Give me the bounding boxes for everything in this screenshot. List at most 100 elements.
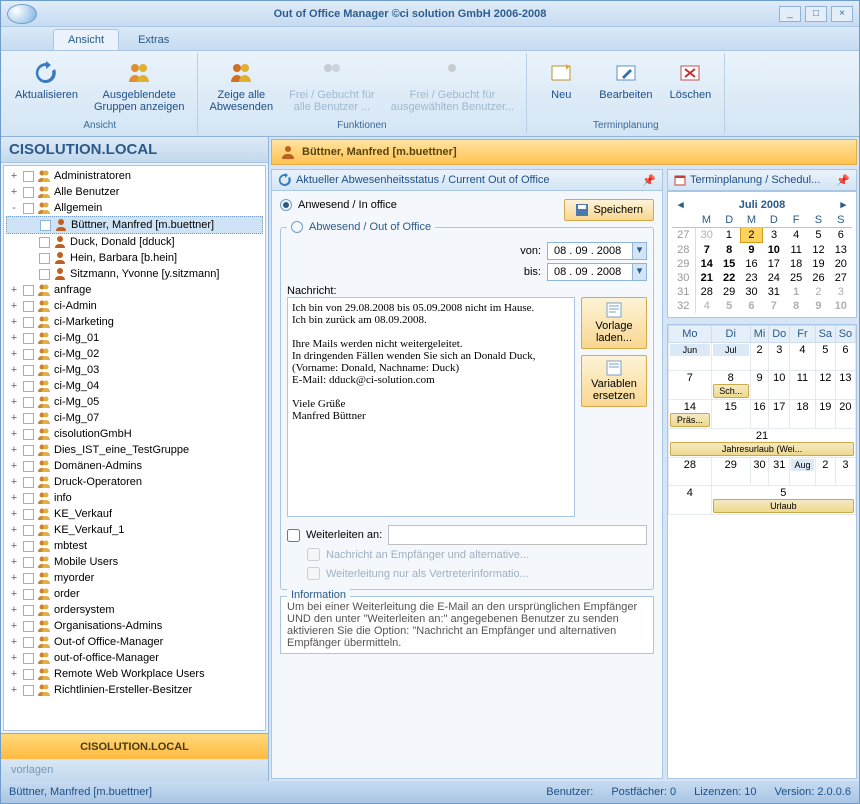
schedule-cell[interactable]: 4 [669, 486, 712, 515]
date-to-input[interactable]: 08 . 09 . 2008▾ [547, 263, 647, 281]
replace-vars-button[interactable]: Variablen ersetzen [581, 355, 647, 407]
message-textarea[interactable] [287, 297, 575, 517]
calendar-day[interactable]: 1 [718, 228, 740, 243]
tree-node[interactable]: +Druck-Operatoren [6, 474, 263, 490]
tree-node[interactable]: +out-of-office-Manager [6, 650, 263, 666]
tree-node[interactable]: +Remote Web Workplace Users [6, 666, 263, 682]
calendar-day[interactable]: 28 [695, 285, 718, 299]
tree-node[interactable]: +ci-Mg_05 [6, 394, 263, 410]
calendar-day[interactable]: 6 [830, 228, 852, 243]
schedule-cell[interactable]: 19 [815, 400, 835, 429]
calendar-day[interactable]: 2 [740, 228, 762, 243]
schedule-cell[interactable]: 28 [669, 458, 712, 486]
calendar-day[interactable]: 27 [830, 271, 852, 285]
freebusy-all-button[interactable]: Frei / Gebucht für alle Benutzer ... [281, 55, 383, 119]
calendar-day[interactable]: 25 [785, 271, 807, 285]
calendar-day[interactable]: 29 [718, 285, 740, 299]
schedule-cell[interactable]: 7 [669, 371, 712, 400]
schedule-cell[interactable]: 30 [750, 458, 769, 486]
calendar-day[interactable]: 14 [695, 257, 718, 271]
tree-node[interactable]: +Richtlinien-Ersteller-Besitzer [6, 682, 263, 698]
tree-node[interactable]: +cisolutionGmbH [6, 426, 263, 442]
date-from-input[interactable]: 08 . 09 . 2008▾ [547, 242, 647, 260]
dropdown-icon[interactable]: ▾ [632, 243, 646, 259]
schedule-cell[interactable]: Aug [790, 458, 816, 486]
hidden-groups-button[interactable]: Ausgeblendete Gruppen anzeigen [86, 55, 193, 119]
schedule-cell[interactable]: 17 [769, 400, 790, 429]
calendar-day[interactable]: 15 [718, 257, 740, 271]
calendar-day[interactable]: 5 [807, 228, 829, 243]
schedule-cell[interactable]: Jun [669, 343, 712, 371]
calendar-day[interactable]: 23 [740, 271, 762, 285]
calendar-day[interactable]: 9 [740, 243, 762, 258]
calendar-day[interactable]: 3 [763, 228, 785, 243]
tab-extras[interactable]: Extras [123, 29, 184, 50]
prev-month-button[interactable]: ◂ [674, 198, 688, 211]
calendar-day[interactable]: 11 [785, 243, 807, 258]
calendar-day[interactable]: 12 [807, 243, 829, 258]
tree-node[interactable]: +Out-of Office-Manager [6, 634, 263, 650]
tree-node[interactable]: +myorder [6, 570, 263, 586]
schedule-event[interactable]: Urlaub [713, 499, 854, 513]
calendar-day[interactable]: 22 [718, 271, 740, 285]
app-orb-icon[interactable] [7, 4, 37, 24]
tree-node[interactable]: +Domänen-Admins [6, 458, 263, 474]
tree-node[interactable]: +ci-Admin [6, 298, 263, 314]
calendar-day[interactable]: 13 [830, 243, 852, 258]
schedule-cell[interactable]: 16 [750, 400, 769, 429]
calendar-day[interactable]: 19 [807, 257, 829, 271]
calendar-day[interactable]: 4 [695, 299, 718, 313]
calendar-day[interactable]: 8 [785, 299, 807, 313]
calendar-day[interactable]: 30 [695, 228, 718, 243]
forward-input[interactable] [388, 525, 647, 545]
tree-view[interactable]: +Administratoren+Alle Benutzer-Allgemein… [3, 165, 266, 731]
tree-node[interactable]: +KE_Verkauf [6, 506, 263, 522]
dropdown-icon[interactable]: ▾ [632, 264, 646, 280]
schedule-cell[interactable]: 3 [769, 343, 790, 371]
freebusy-selected-button[interactable]: Frei / Gebucht für ausgewählten Benutzer… [383, 55, 523, 119]
schedule-cell[interactable]: 11 [790, 371, 816, 400]
sidebar-templates[interactable]: vorlagen [1, 759, 268, 781]
maximize-button[interactable]: □ [805, 6, 827, 22]
calendar-day[interactable]: 18 [785, 257, 807, 271]
calendar-day[interactable]: 30 [740, 285, 762, 299]
tree-node[interactable]: +ci-Mg_04 [6, 378, 263, 394]
schedule-event[interactable]: Sch... [713, 384, 749, 398]
calendar-day[interactable]: 9 [807, 299, 829, 313]
schedule-grid[interactable]: MoDiMiDoFrSaSoJunJul2345678Sch...9101112… [667, 324, 857, 779]
schedule-cell[interactable]: 29 [711, 458, 750, 486]
schedule-cell[interactable]: 10 [769, 371, 790, 400]
sidebar-footer[interactable]: CISOLUTION.LOCAL [1, 733, 268, 759]
save-button[interactable]: Speichern [564, 199, 654, 221]
schedule-cell[interactable]: 18 [790, 400, 816, 429]
tree-node[interactable]: Sitzmann, Yvonne [y.sitzmann] [6, 266, 263, 282]
close-button[interactable]: × [831, 6, 853, 22]
schedule-cell[interactable]: 13 [835, 371, 855, 400]
forward-checkbox[interactable] [287, 529, 300, 542]
tree-node[interactable]: Hein, Barbara [b.hein] [6, 250, 263, 266]
calendar-day[interactable]: 7 [763, 299, 785, 313]
show-all-absent-button[interactable]: Zeige alle Abwesenden [202, 55, 282, 119]
radio-out-office[interactable]: Abwesend / Out of Office [291, 221, 431, 233]
calendar-day[interactable]: 8 [718, 243, 740, 258]
calendar-day[interactable]: 7 [695, 243, 718, 258]
pin-icon[interactable]: 📌 [642, 174, 656, 187]
calendar-day[interactable]: 16 [740, 257, 762, 271]
minimize-button[interactable]: _ [779, 6, 801, 22]
calendar-day[interactable]: 5 [718, 299, 740, 313]
calendar-day[interactable]: 6 [740, 299, 762, 313]
tree-node[interactable]: +Alle Benutzer [6, 184, 263, 200]
tree-node[interactable]: +Administratoren [6, 168, 263, 184]
schedule-cell[interactable]: 2 [750, 343, 769, 371]
tree-node[interactable]: +Mobile Users [6, 554, 263, 570]
calendar-day[interactable]: 10 [763, 243, 785, 258]
radio-in-office[interactable]: Anwesend / In office [280, 199, 397, 211]
schedule-cell[interactable]: 3 [835, 458, 855, 486]
schedule-cell[interactable]: 9 [750, 371, 769, 400]
refresh-button[interactable]: Aktualisieren [7, 55, 86, 119]
tree-node[interactable]: +anfrage [6, 282, 263, 298]
tree-node[interactable]: +ordersystem [6, 602, 263, 618]
calendar-day[interactable]: 31 [763, 285, 785, 299]
calendar-day[interactable]: 2 [807, 285, 829, 299]
calendar-day[interactable]: 26 [807, 271, 829, 285]
